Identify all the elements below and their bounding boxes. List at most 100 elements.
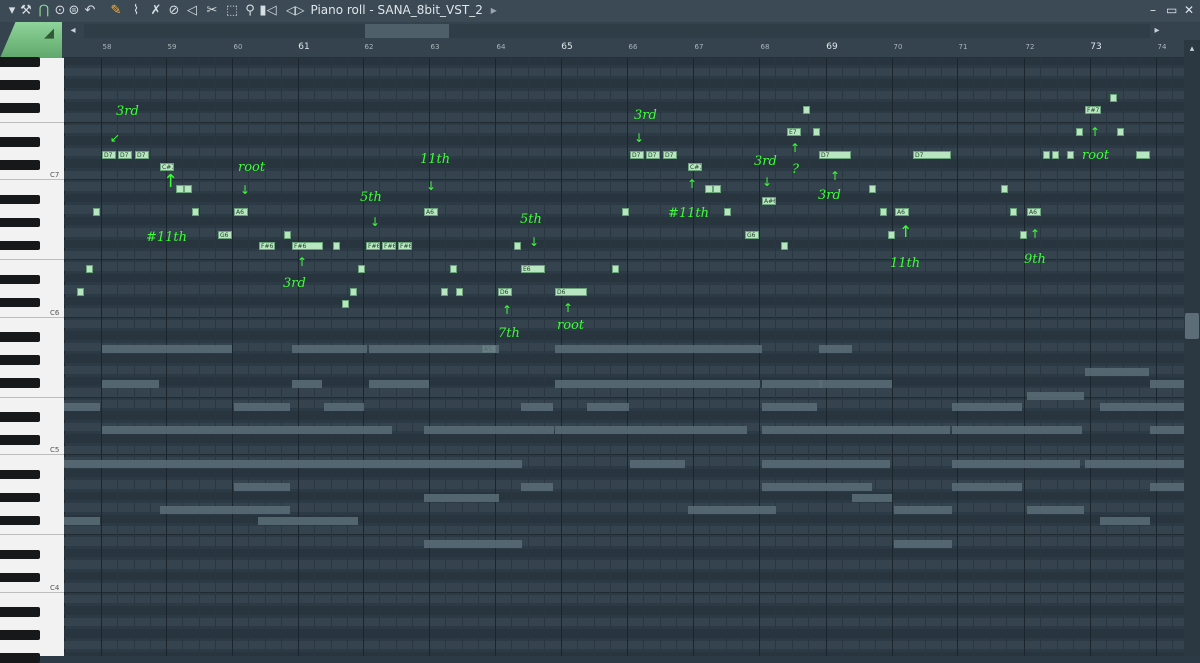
note[interactable] xyxy=(333,242,340,250)
note[interactable]: D7 xyxy=(663,151,677,159)
black-key[interactable] xyxy=(0,332,40,342)
note[interactable] xyxy=(622,208,629,216)
pencil-icon[interactable]: ✎ xyxy=(108,2,124,19)
scroll-left-button[interactable]: ◂ xyxy=(66,24,80,38)
black-key[interactable] xyxy=(0,274,40,285)
black-key[interactable] xyxy=(0,137,40,147)
note[interactable]: A6 xyxy=(895,208,909,216)
zoom-icon[interactable]: ⚲ xyxy=(242,2,258,19)
black-key[interactable] xyxy=(0,412,40,422)
black-key[interactable] xyxy=(0,240,40,250)
note[interactable] xyxy=(441,288,448,296)
black-key[interactable] xyxy=(0,103,40,113)
note[interactable] xyxy=(888,231,895,239)
note[interactable] xyxy=(781,242,788,250)
black-key[interactable] xyxy=(0,607,40,617)
note[interactable] xyxy=(514,242,521,250)
note[interactable]: F#6 xyxy=(292,242,323,250)
black-key[interactable] xyxy=(0,515,40,525)
magnet-icon[interactable]: ⋂ xyxy=(36,2,52,19)
select-icon[interactable]: ⬚ xyxy=(224,2,240,19)
note[interactable]: F#6 xyxy=(382,242,396,250)
wrench-icon[interactable]: ⚒ xyxy=(18,2,34,19)
note[interactable]: F#6 xyxy=(259,242,275,250)
note[interactable]: E6 xyxy=(521,265,545,273)
note[interactable] xyxy=(803,106,810,114)
brush-icon[interactable]: ⌇ xyxy=(128,2,144,19)
note[interactable]: A#6 xyxy=(762,197,776,205)
note[interactable] xyxy=(456,288,463,296)
note[interactable]: F#6 xyxy=(398,242,412,250)
note[interactable]: D7 xyxy=(913,151,951,159)
black-key[interactable] xyxy=(0,355,40,365)
note[interactable]: A6 xyxy=(1027,208,1041,216)
delete-icon[interactable]: ⊘ xyxy=(166,2,182,19)
note[interactable]: D7 xyxy=(135,151,149,159)
black-key[interactable] xyxy=(0,297,40,308)
note[interactable] xyxy=(86,265,93,273)
note[interactable]: E7 xyxy=(787,128,801,136)
black-key[interactable] xyxy=(0,194,40,205)
black-key[interactable] xyxy=(0,630,40,640)
note[interactable]: C#7 xyxy=(160,163,174,171)
vertical-scrollbar[interactable] xyxy=(1184,40,1200,656)
note[interactable]: D7 xyxy=(118,151,132,159)
black-key[interactable] xyxy=(0,653,40,663)
note[interactable] xyxy=(612,265,619,273)
note[interactable]: C#7 xyxy=(688,163,702,171)
title-arrow-icon[interactable]: ▸ xyxy=(491,3,497,17)
song-overview[interactable] xyxy=(84,24,1150,38)
overview-thumb[interactable] xyxy=(365,24,449,38)
note[interactable]: F#6 xyxy=(366,242,380,250)
erase-icon[interactable]: ✗ xyxy=(148,2,164,19)
note[interactable] xyxy=(1052,151,1059,159)
black-key[interactable] xyxy=(0,435,40,445)
black-key[interactable] xyxy=(0,217,40,228)
note[interactable] xyxy=(1001,185,1008,193)
black-key[interactable] xyxy=(0,378,40,388)
note[interactable] xyxy=(724,208,731,216)
note[interactable]: D7 xyxy=(646,151,660,159)
scroll-right-button[interactable]: ▸ xyxy=(1150,24,1164,38)
close-button[interactable]: ✕ xyxy=(1184,3,1194,17)
note[interactable] xyxy=(358,265,365,273)
note[interactable]: A6 xyxy=(424,208,438,216)
note-grid[interactable]: D7D7D7C#7A6G6F#6F#6F#6F#6F#6A6E6D6A5D6D7… xyxy=(64,58,1184,656)
black-key[interactable] xyxy=(0,572,40,583)
slice-icon[interactable]: ✂ xyxy=(204,2,220,19)
note[interactable]: D6 xyxy=(498,288,512,296)
black-key[interactable] xyxy=(0,492,40,503)
maximize-button[interactable]: ▭ xyxy=(1166,3,1177,17)
black-key[interactable] xyxy=(0,80,40,90)
note[interactable] xyxy=(284,231,291,239)
mute-icon[interactable]: ◁ xyxy=(184,2,200,19)
note[interactable] xyxy=(1136,151,1150,159)
note[interactable] xyxy=(184,185,192,193)
note[interactable]: G6 xyxy=(218,231,232,239)
black-key[interactable] xyxy=(0,160,40,170)
note[interactable] xyxy=(1117,128,1124,136)
note[interactable] xyxy=(1076,128,1083,136)
note[interactable] xyxy=(880,208,887,216)
note[interactable]: D7 xyxy=(819,151,851,159)
note[interactable]: F#7 xyxy=(1085,106,1101,114)
undo-icon[interactable]: ↶ xyxy=(82,2,98,19)
note[interactable] xyxy=(1110,94,1117,102)
note[interactable]: D6 xyxy=(555,288,587,296)
playback-icon[interactable]: ▮◁ xyxy=(258,2,278,19)
play-icon[interactable]: ⊜ xyxy=(66,2,82,19)
note[interactable]: D7 xyxy=(102,151,116,159)
note[interactable] xyxy=(93,208,100,216)
scroll-up-button[interactable]: ▴ xyxy=(1186,44,1198,56)
note[interactable] xyxy=(1020,231,1027,239)
note[interactable] xyxy=(450,265,457,273)
black-key[interactable] xyxy=(0,469,40,480)
piano-keyboard[interactable]: C7 C6 C5 C4 xyxy=(0,57,65,663)
black-key[interactable] xyxy=(0,549,40,560)
note[interactable]: D7 xyxy=(630,151,644,159)
note[interactable] xyxy=(813,128,820,136)
note[interactable] xyxy=(1067,151,1074,159)
vertical-scroll-thumb[interactable] xyxy=(1185,313,1199,339)
note[interactable] xyxy=(1010,208,1017,216)
note[interactable] xyxy=(713,185,721,193)
